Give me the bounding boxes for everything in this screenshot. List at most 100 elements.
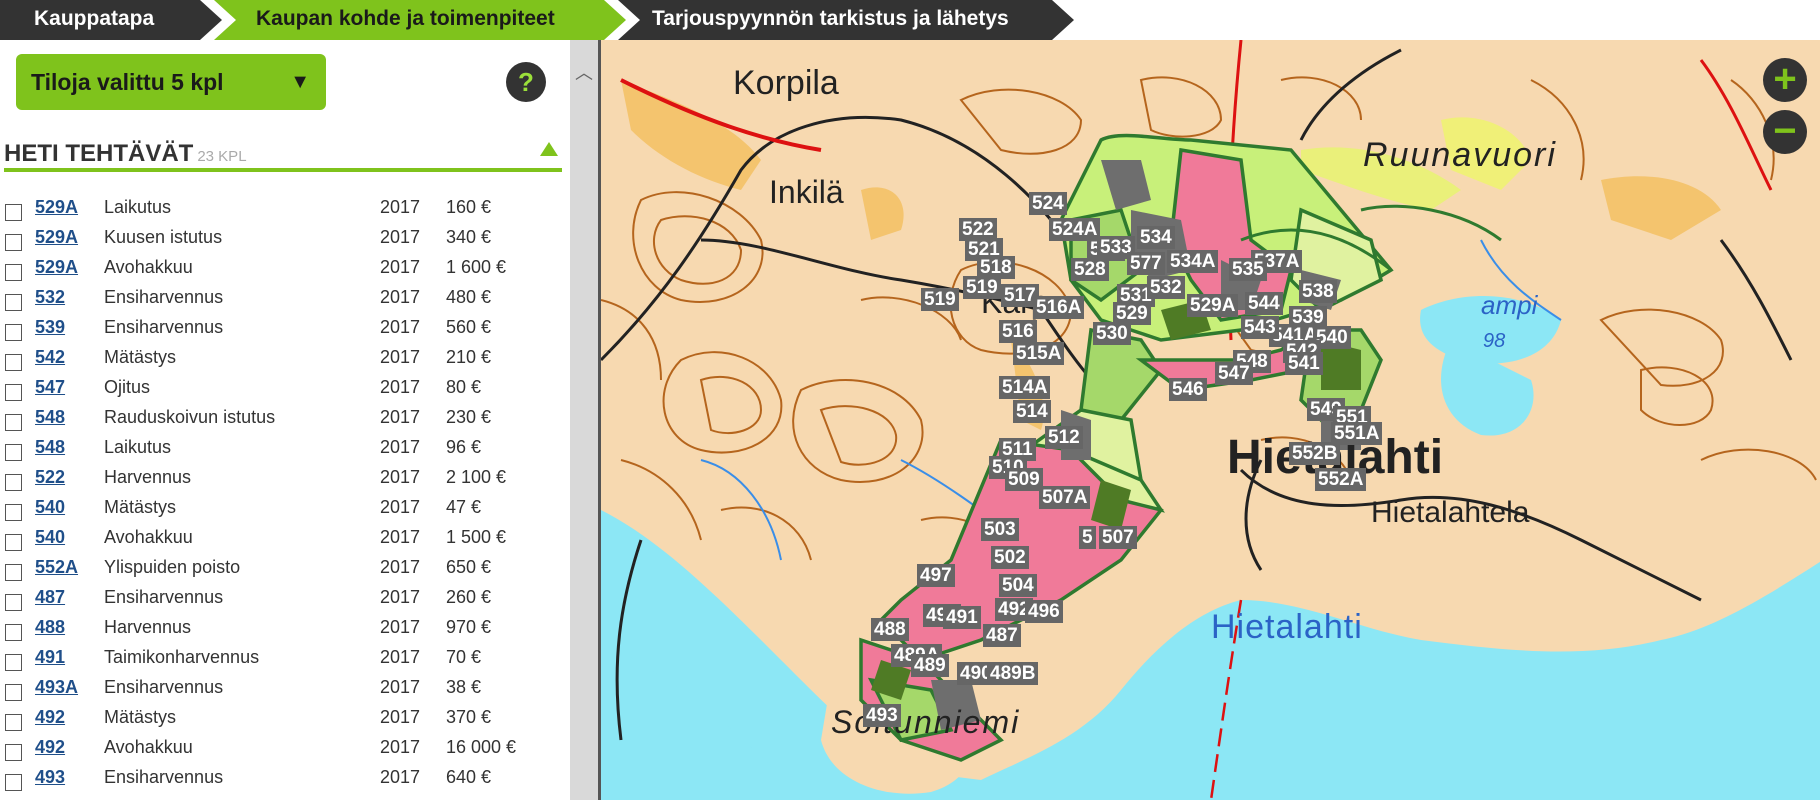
task-name: Harvennus bbox=[104, 467, 192, 487]
parcel-label[interactable]: 507A bbox=[1039, 486, 1091, 509]
parcel-label[interactable]: 503 bbox=[981, 518, 1019, 541]
parcel-label[interactable]: 509 bbox=[1005, 468, 1043, 491]
parcel-label[interactable]: 489 bbox=[911, 654, 949, 677]
map-view[interactable]: Korpila Inkilä Ruunavuori Karp Hietalaht… bbox=[598, 40, 1820, 800]
parcel-link[interactable]: 539 bbox=[35, 317, 65, 338]
parcel-link[interactable]: 529A bbox=[35, 257, 78, 278]
parcel-label[interactable]: 504 bbox=[999, 574, 1037, 597]
task-checkbox[interactable] bbox=[5, 504, 22, 521]
wizard-step-tarkistus[interactable]: Tarjouspyynnön tarkistus ja lähetys bbox=[618, 0, 1074, 40]
task-year: 2017 bbox=[380, 467, 421, 487]
parcel-label[interactable]: 491 bbox=[943, 606, 981, 629]
task-name: Mätästys bbox=[104, 347, 177, 367]
task-checkbox[interactable] bbox=[5, 744, 22, 761]
parcel-label[interactable]: 541 bbox=[1285, 352, 1323, 375]
parcel-label[interactable]: 529A bbox=[1187, 294, 1239, 317]
parcel-label[interactable]: 530 bbox=[1093, 322, 1131, 345]
task-checkbox[interactable] bbox=[5, 294, 22, 311]
task-checkbox[interactable] bbox=[5, 264, 22, 281]
parcel-link[interactable]: 547 bbox=[35, 377, 65, 398]
scroll-up-icon[interactable]: ︿ bbox=[570, 58, 598, 88]
task-checkbox[interactable] bbox=[5, 594, 22, 611]
parcel-label[interactable]: 493 bbox=[863, 704, 901, 727]
task-checkbox[interactable] bbox=[5, 384, 22, 401]
parcel-link[interactable]: 493 bbox=[35, 767, 65, 788]
wizard-step-kaupan-kohde[interactable]: Kaupan kohde ja toimenpiteet bbox=[214, 0, 626, 40]
task-checkbox[interactable] bbox=[5, 474, 22, 491]
help-icon[interactable]: ? bbox=[506, 62, 546, 102]
parcel-label[interactable]: 519 bbox=[921, 288, 959, 311]
parcel-label[interactable]: 487 bbox=[983, 624, 1021, 647]
parcel-link[interactable]: 492 bbox=[35, 707, 65, 728]
task-checkbox[interactable] bbox=[5, 444, 22, 461]
parcel-label[interactable]: 524 bbox=[1029, 192, 1067, 215]
parcel-link[interactable]: 487 bbox=[35, 587, 65, 608]
task-checkbox[interactable] bbox=[5, 684, 22, 701]
parcel-link[interactable]: 552A bbox=[35, 557, 78, 578]
parcel-link[interactable]: 542 bbox=[35, 347, 65, 368]
parcel-label[interactable]: 547 bbox=[1215, 362, 1253, 385]
task-row: 491 Taimikonharvennus 2017 70 € bbox=[0, 644, 574, 674]
parcel-label[interactable]: 497 bbox=[917, 564, 955, 587]
parcel-link[interactable]: 548 bbox=[35, 407, 65, 428]
parcel-label[interactable]: 577 bbox=[1127, 252, 1165, 275]
section-title: HETI TEHTÄVÄT 23 KPL bbox=[4, 140, 247, 168]
parcel-label[interactable]: 538 bbox=[1299, 280, 1337, 303]
task-checkbox[interactable] bbox=[5, 624, 22, 641]
zoom-out-button[interactable]: − bbox=[1763, 110, 1807, 154]
parcel-label[interactable]: 544 bbox=[1245, 292, 1283, 315]
parcel-label[interactable]: 489B bbox=[987, 662, 1039, 685]
task-checkbox[interactable] bbox=[5, 324, 22, 341]
parcel-label[interactable]: 515A bbox=[1013, 342, 1065, 365]
task-row: 493 Ensiharvennus 2017 640 € bbox=[0, 764, 574, 794]
parcel-link[interactable]: 540 bbox=[35, 527, 65, 548]
parcel-link[interactable]: 540 bbox=[35, 497, 65, 518]
task-checkbox[interactable] bbox=[5, 564, 22, 581]
parcel-label[interactable]: 532 bbox=[1147, 276, 1185, 299]
task-checkbox[interactable] bbox=[5, 234, 22, 251]
parcel-label[interactable]: 519 bbox=[963, 276, 1001, 299]
parcel-label[interactable]: 512 bbox=[1045, 426, 1083, 449]
parcel-label[interactable]: 534 bbox=[1137, 226, 1175, 249]
parcel-label[interactable]: 552B bbox=[1289, 442, 1341, 465]
task-checkbox[interactable] bbox=[5, 774, 22, 791]
task-checkbox[interactable] bbox=[5, 654, 22, 671]
parcel-label[interactable]: 546 bbox=[1169, 378, 1207, 401]
parcel-label[interactable]: 488 bbox=[871, 618, 909, 641]
task-checkbox[interactable] bbox=[5, 204, 22, 221]
parcel-label[interactable]: 514A bbox=[999, 376, 1051, 399]
task-checkbox[interactable] bbox=[5, 414, 22, 431]
parcel-link[interactable]: 529A bbox=[35, 227, 78, 248]
parcel-label[interactable]: 516A bbox=[1033, 296, 1085, 319]
parcel-link[interactable]: 529A bbox=[35, 197, 78, 218]
parcel-label[interactable]: 552A bbox=[1315, 468, 1367, 491]
parcel-label[interactable]: 543 bbox=[1241, 316, 1279, 339]
parcel-label[interactable]: 535 bbox=[1229, 258, 1267, 281]
property-selector-button[interactable]: Tiloja valittu 5 kpl ▼ bbox=[16, 54, 326, 110]
wizard-step-kauppatapa[interactable]: Kauppatapa bbox=[0, 0, 222, 40]
parcel-label[interactable]: 516 bbox=[999, 320, 1037, 343]
task-name: Kuusen istutus bbox=[104, 227, 223, 247]
parcel-link[interactable]: 488 bbox=[35, 617, 65, 638]
task-name: Ensiharvennus bbox=[104, 767, 224, 787]
parcel-link[interactable]: 522 bbox=[35, 467, 65, 488]
parcel-link[interactable]: 492 bbox=[35, 737, 65, 758]
parcel-label[interactable]: 496 bbox=[1025, 600, 1063, 623]
parcel-link[interactable]: 548 bbox=[35, 437, 65, 458]
task-row: 492 Avohakkuu 2017 16 000 € bbox=[0, 734, 574, 764]
parcel-link[interactable]: 493A bbox=[35, 677, 78, 698]
parcel-label[interactable]: 528 bbox=[1071, 258, 1109, 281]
parcel-label[interactable]: 514 bbox=[1013, 400, 1051, 423]
parcel-link[interactable]: 532 bbox=[35, 287, 65, 308]
task-checkbox[interactable] bbox=[5, 714, 22, 731]
task-checkbox[interactable] bbox=[5, 534, 22, 551]
parcel-label[interactable]: 534A bbox=[1167, 250, 1219, 273]
parcel-link[interactable]: 491 bbox=[35, 647, 65, 668]
parcel-label[interactable]: 5 bbox=[1079, 526, 1096, 549]
scrollbar[interactable]: ︿ bbox=[570, 40, 598, 800]
parcel-label[interactable]: 502 bbox=[991, 546, 1029, 569]
parcel-label[interactable]: 507 bbox=[1099, 526, 1137, 549]
task-checkbox[interactable] bbox=[5, 354, 22, 371]
zoom-in-button[interactable]: + bbox=[1763, 58, 1807, 102]
collapse-triangle-icon[interactable] bbox=[540, 142, 558, 156]
